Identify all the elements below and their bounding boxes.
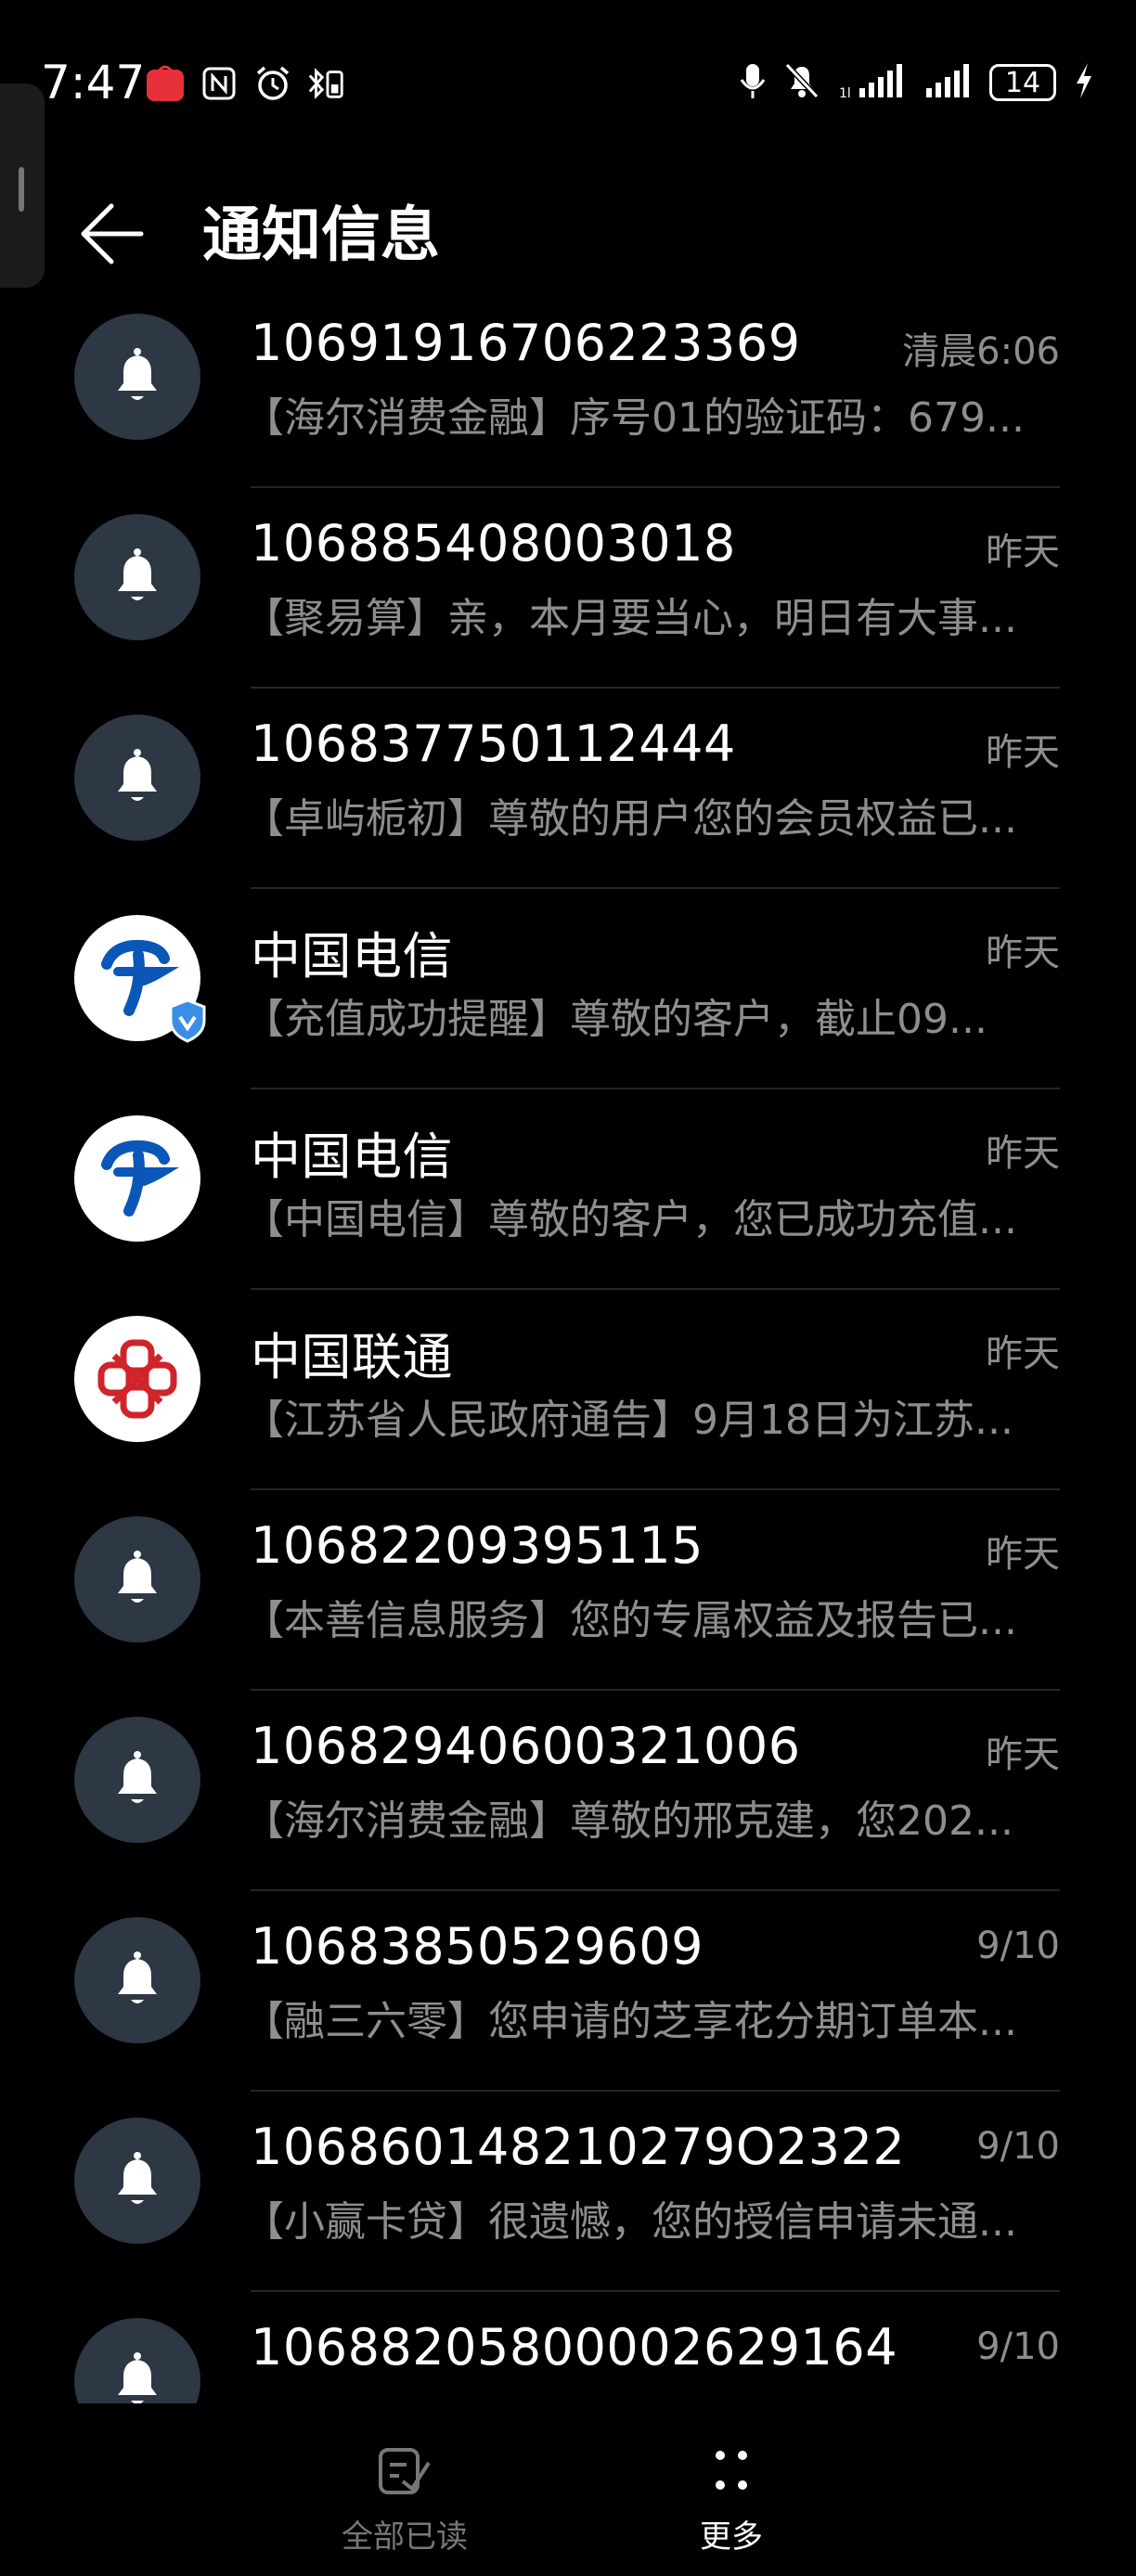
message-sender: 10691916706223369 [251,314,801,372]
battery-indicator: 14 [989,64,1056,101]
status-time: 7:47 [41,56,146,109]
message-time: 昨天 [986,531,1060,573]
message-list[interactable]: 10691916706223369 清晨6:06 【海尔消费金融】序号01的验证码：… [0,288,1136,2403]
message-time: 昨天 [986,932,1060,974]
message-time: 昨天 [986,1132,1060,1175]
message-time: 昨天 [986,731,1060,774]
signal-1-icon: 1l [837,62,906,103]
message-time: 9/10 [976,2125,1060,2168]
signal-2-icon [923,62,973,103]
china-telecom-logo[interactable] [74,1115,200,1242]
message-row[interactable]: 10691916706223369 清晨6:06 【海尔消费金融】序号01的验证码：… [0,288,1136,488]
more-label: 更多 [700,2518,763,2556]
message-preview: 【海尔消费金融】序号01的验证码：679... [243,394,1025,442]
back-arrow-icon [81,203,144,264]
status-right-icons: 1l 14 [739,61,1095,104]
bottom-action-bar: 全部已读 更多 [0,2403,1136,2576]
message-sender: 中国电信 [251,1127,453,1186]
message-row[interactable]: 中国电信 昨天【中国电信】尊敬的客户，您已成功充值... [0,1089,1136,1290]
svg-text:1l: 1l [839,86,851,99]
message-time: 9/10 [976,2325,1060,2368]
bell-icon[interactable] [74,1917,200,2043]
message-row[interactable]: 106885408003018 昨天【聚易算】亲，本月要当心，明日有大事... [0,488,1136,689]
message-preview: 【中国电信】尊敬的客户，您已成功充值... [243,1196,1017,1243]
message-time: 昨天 [986,1533,1060,1576]
message-preview: 【充值成功提醒】尊敬的客户，截止09... [243,996,988,1043]
message-preview: 【小赢卡贷】很遗憾，您的授信申请未通... [243,2198,1017,2246]
message-preview: 【聚易算】亲，本月要当心，明日有大事... [243,595,1017,642]
message-preview: 【本善信息服务】您的专属权益及报告已... [243,1597,1017,1644]
message-sender: 1068820580000262916​4 [251,2318,898,2376]
message-time: 昨天 [986,1333,1060,1375]
huawei-app-icon [145,63,186,104]
nfc-icon [199,63,239,104]
bell-icon[interactable] [74,314,200,440]
message-row[interactable]: 10682940600321006 昨天【海尔消费金融】尊敬的邢克建，您202..… [0,1691,1136,1891]
mark-read-icon [375,2441,434,2500]
message-sender: 106860148210279O2322 [251,2118,906,2176]
message-row[interactable]: 10682209395115 昨天【本善信息服务】您的专属权益及报告已... [0,1490,1136,1691]
message-time: 昨天 [986,1733,1060,1776]
message-sender: 106837750112444 [251,715,736,773]
china-unicom-logo[interactable] [74,1316,200,1442]
message-preview: 【融三六零】您申请的芝享花分期订单本... [243,1998,1017,2045]
message-time: 9/10 [976,1925,1060,1967]
china-telecom-logo[interactable] [74,915,206,1043]
status-left-icons [145,63,347,104]
message-preview: 【海尔消费金融】尊敬的邢克建，您202... [243,1797,1013,1845]
microphone-icon [739,61,767,104]
message-sender: 10682209395115 [251,1516,704,1575]
message-row[interactable]: 10683850529609 9/10 【融三六零】您申请的芝享花分期订单本... [0,1891,1136,2092]
message-sender: 10683850529609 [251,1917,704,1976]
bell-icon[interactable] [74,715,200,841]
bell-icon[interactable] [74,2318,200,2403]
more-icon [702,2441,761,2500]
status-bar: 7:47 1l 14 [0,0,1136,167]
message-preview: 【江苏省人民政府通告】9月18日为江苏... [243,1397,1013,1444]
charging-icon [1073,61,1095,104]
message-preview: 【卓屿栀初】尊敬的用户您的会员权益已... [243,795,1017,843]
message-row[interactable]: 1068820580000262916​4 9/10 [0,2292,1136,2403]
header: 通知信息 [0,167,1136,288]
alarm-icon [252,63,293,104]
message-sender: 10682940600321006 [251,1717,801,1775]
message-row[interactable]: 中国电信 昨天【充值成功提醒】尊敬的客户，截止09... [0,889,1136,1089]
message-sender: 中国联通 [251,1328,453,1386]
more-button[interactable]: 更多 [639,2441,824,2557]
mute-bell-icon [783,61,820,104]
mark-all-read-button[interactable]: 全部已读 [312,2441,497,2557]
bell-icon[interactable] [74,1516,200,1642]
bell-icon[interactable] [74,1717,200,1843]
message-row[interactable]: 中国联通 昨天【江苏省人民政府通告】9月18日为江苏... [0,1290,1136,1490]
message-sender: 106885408003018 [251,514,736,573]
message-row[interactable]: 106860148210279O2322 9/10 【小赢卡贷】很遗憾，您的授信申请… [0,2092,1136,2292]
message-row[interactable]: 106837750112444 昨天【卓屿栀初】尊敬的用户您的会员权益已... [0,689,1136,889]
message-sender: 中国电信 [251,927,453,985]
bell-icon[interactable] [74,2118,200,2244]
verified-badge-icon [165,998,210,1043]
bluetooth-battery-icon [306,63,347,104]
bell-icon[interactable] [74,514,200,640]
page-title: 通知信息 [202,201,440,270]
mark-all-read-label: 全部已读 [342,2518,468,2556]
back-button[interactable] [74,197,148,271]
message-time: 清晨6:06 [902,330,1060,373]
